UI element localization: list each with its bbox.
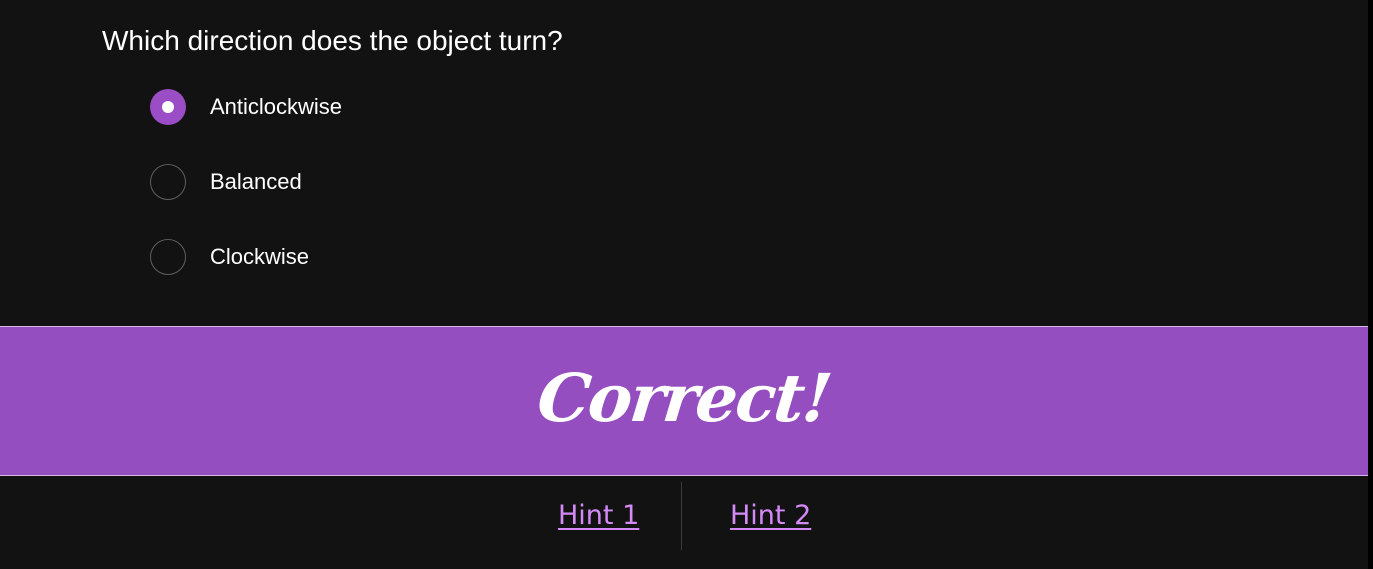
answer-options: Anticlockwise Balanced Clockwise (150, 89, 342, 314)
option-label: Balanced (210, 169, 302, 194)
question-text: Which direction does the object turn? (102, 25, 563, 56)
radio-button[interactable] (150, 164, 186, 200)
hint-bar: Hint 1 Hint 2 (0, 482, 1368, 550)
radio-button[interactable] (150, 239, 186, 275)
hint-1-link[interactable]: Hint 1 (558, 500, 639, 531)
radio-button-selected[interactable] (150, 89, 186, 125)
quiz-page: Which direction does the object turn? An… (0, 0, 1373, 569)
option-anticlockwise[interactable]: Anticlockwise (150, 89, 342, 125)
option-label: Clockwise (210, 244, 310, 269)
option-label: Anticlockwise (210, 94, 343, 119)
hint-2-link[interactable]: Hint 2 (730, 500, 811, 531)
option-balanced[interactable]: Balanced (150, 164, 342, 200)
feedback-banner: Correct! (0, 326, 1368, 476)
scrollbar-edge (1368, 0, 1373, 569)
option-clockwise[interactable]: Clockwise (150, 239, 342, 275)
hint-divider (681, 482, 682, 550)
feedback-text: Correct! (534, 359, 834, 437)
